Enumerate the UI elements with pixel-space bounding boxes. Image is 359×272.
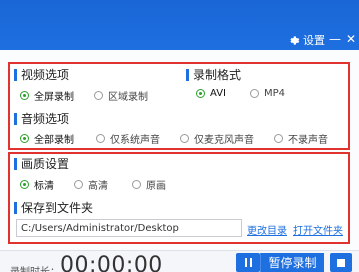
radio-dot: [20, 180, 29, 189]
stop-icon: [337, 258, 345, 267]
radio-audio-all[interactable]: 全部录制: [20, 131, 74, 146]
pause-icon: [244, 258, 247, 267]
radio-label: AVI: [210, 88, 226, 99]
quality-title: 画质设置: [14, 155, 69, 172]
radio-label: 仅麦克风声音: [194, 135, 254, 146]
radio-region[interactable]: 区域录制: [94, 88, 148, 103]
open-folder-link[interactable]: 打开文件夹: [293, 222, 343, 237]
radio-quality-hd[interactable]: 高清: [74, 177, 108, 192]
section-marker: [14, 68, 17, 81]
radio-label: 仅系统声音: [110, 135, 160, 146]
section-marker: [14, 157, 17, 170]
radio-dot: [20, 134, 29, 143]
radio-label: 全部录制: [34, 135, 74, 146]
save-folder-label: 保存到文件夹: [21, 201, 94, 215]
duration-value: 00:00:00: [60, 253, 163, 272]
radio-label: 原画: [146, 181, 166, 192]
radio-label: 高清: [88, 181, 108, 192]
pause-icon-bar: [249, 258, 252, 267]
title-bar: 设置 — ✕: [0, 0, 359, 50]
radio-label: 全屏录制: [34, 92, 74, 103]
radio-dot: [196, 89, 205, 98]
radio-label: MP4: [264, 88, 286, 99]
radio-audio-mic[interactable]: 仅麦克风声音: [180, 131, 254, 146]
radio-dot: [74, 180, 83, 189]
pause-recording-button[interactable]: 暂停录制: [260, 253, 324, 272]
quality-label: 画质设置: [21, 157, 70, 171]
change-directory-link[interactable]: 更改目录: [247, 222, 287, 237]
radio-dot: [180, 134, 189, 143]
radio-avi[interactable]: AVI: [196, 88, 226, 99]
gear-icon: [290, 35, 300, 45]
radio-label: 标清: [34, 181, 54, 192]
duration-label: 录制时长：: [10, 263, 60, 272]
radio-dot: [250, 89, 259, 98]
minimize-button[interactable]: —: [328, 32, 342, 46]
radio-label: 不录声音: [288, 135, 328, 146]
radio-dot: [132, 180, 141, 189]
record-format-title: 录制格式: [186, 66, 241, 83]
section-marker: [186, 68, 189, 81]
settings-label: 设置: [303, 34, 325, 47]
section-marker: [14, 201, 17, 214]
radio-audio-none[interactable]: 不录声音: [274, 131, 328, 146]
radio-mp4[interactable]: MP4: [250, 88, 285, 99]
audio-options-label: 音频选项: [21, 112, 70, 126]
save-path-input[interactable]: [16, 219, 242, 237]
radio-dot: [274, 134, 283, 143]
radio-fullscreen[interactable]: 全屏录制: [20, 88, 74, 103]
radio-quality-original[interactable]: 原画: [132, 177, 166, 192]
save-folder-title: 保存到文件夹: [14, 199, 93, 216]
video-options-label: 视频选项: [21, 68, 70, 82]
stop-button[interactable]: [330, 253, 352, 272]
record-format-label: 录制格式: [193, 68, 242, 82]
radio-label: 区域录制: [108, 92, 148, 103]
radio-audio-system[interactable]: 仅系统声音: [96, 131, 160, 146]
audio-options-title: 音频选项: [14, 110, 69, 127]
pause-icon-button[interactable]: [236, 253, 260, 272]
radio-dot: [94, 91, 103, 100]
radio-dot: [96, 134, 105, 143]
close-button[interactable]: ✕: [344, 32, 358, 46]
video-options-title: 视频选项: [14, 66, 69, 83]
settings-button[interactable]: 设置: [289, 32, 325, 48]
radio-dot: [20, 91, 29, 100]
radio-quality-sd[interactable]: 标清: [20, 177, 54, 192]
section-marker: [14, 112, 17, 125]
